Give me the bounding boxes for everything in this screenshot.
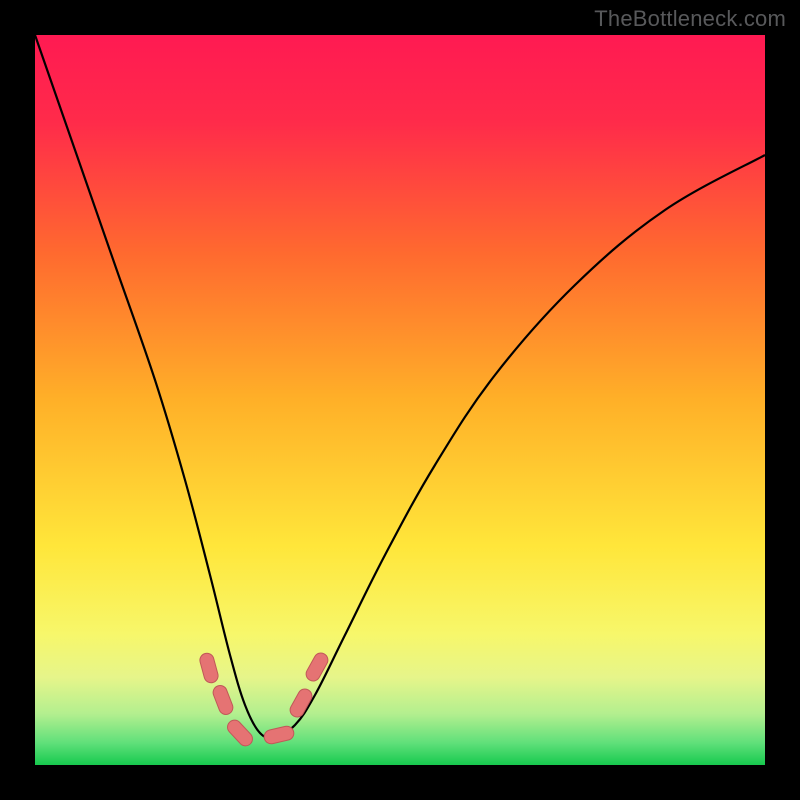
bottleneck-curve bbox=[35, 35, 765, 738]
marker-capsule bbox=[304, 650, 331, 683]
marker-capsule bbox=[263, 725, 295, 745]
watermark-text: TheBottleneck.com bbox=[594, 6, 786, 32]
curve-layer bbox=[35, 35, 765, 765]
chart-frame: TheBottleneck.com bbox=[0, 0, 800, 800]
marker-capsule bbox=[211, 683, 235, 716]
marker-capsule bbox=[198, 652, 219, 685]
markers-group bbox=[198, 650, 330, 748]
plot-area bbox=[35, 35, 765, 765]
marker-capsule bbox=[225, 717, 256, 748]
